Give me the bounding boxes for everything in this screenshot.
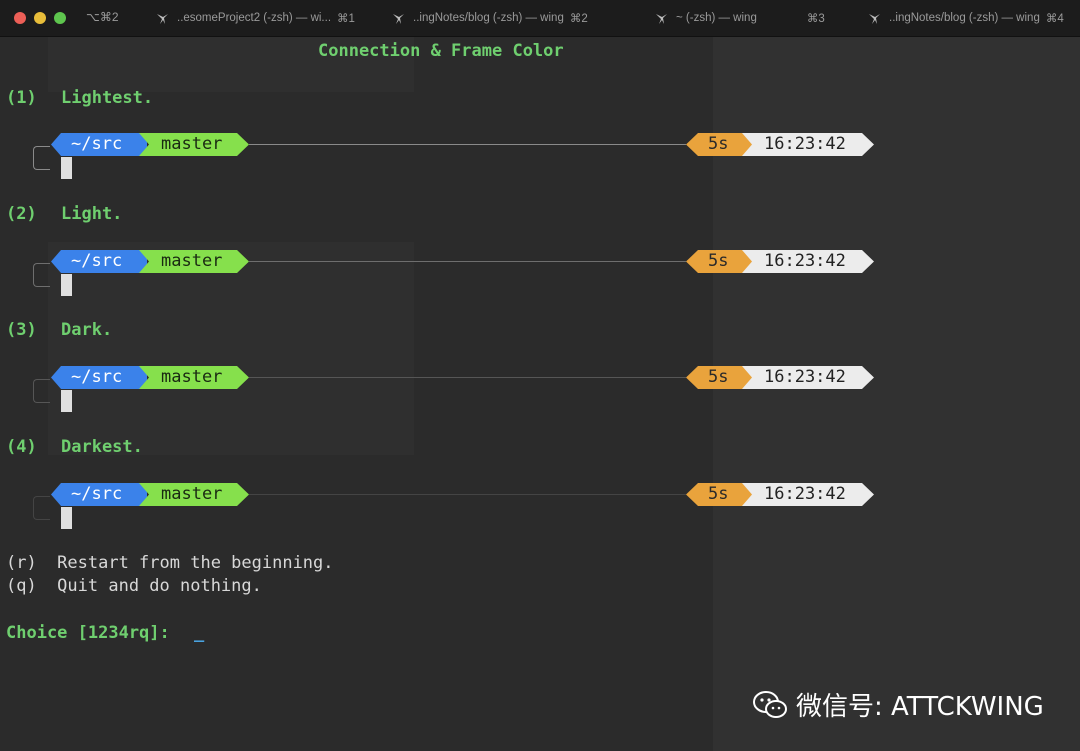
option-4-key: (4): [6, 437, 37, 457]
option-1-label: Lightest.: [61, 88, 154, 108]
dir-segment: ~/src: [51, 483, 147, 506]
cursor-block: [61, 507, 72, 529]
connection-line: [249, 494, 686, 495]
tab-4[interactable]: ..ingNotes/blog (-zsh) — wing ⌘4: [868, 0, 1064, 36]
prompt-preview-2: ~/src master 5s 16:23:42: [0, 250, 1080, 310]
time-segment: 16:23:42: [742, 483, 874, 506]
connection-line: [249, 261, 686, 262]
zoom-window-button[interactable]: [54, 12, 66, 24]
choice-prompt: Choice [1234rq]:: [6, 623, 180, 643]
tab-label: ~ (-zsh) — wing: [676, 12, 757, 24]
tab-shortcut: ⌘4: [1045, 13, 1064, 25]
branch-segment: master: [139, 250, 249, 273]
dir-segment: ~/src: [51, 366, 147, 389]
cursor-block: [61, 390, 72, 412]
duration-segment: 5s: [686, 250, 752, 273]
close-window-button[interactable]: [14, 12, 26, 24]
cursor-block: [61, 274, 72, 296]
quit-option: (q) Quit and do nothing.: [6, 576, 262, 596]
prompt-frame: [33, 263, 50, 287]
wing-icon: [393, 13, 404, 24]
dir-segment: ~/src: [51, 250, 147, 273]
window-shortcut: ⌥⌘2: [86, 10, 119, 24]
duration-segment: 5s: [686, 366, 752, 389]
title-bar: ⌥⌘2 ..esomeProject2 (-zsh) — wi... ⌘1 ..…: [0, 0, 1080, 37]
wing-icon: [869, 13, 880, 24]
terminal-area[interactable]: Connection & Frame Color (1) Lightest. ~…: [0, 37, 1080, 751]
wizard-heading: Connection & Frame Color: [318, 41, 564, 61]
prompt-frame: [33, 496, 50, 520]
option-3-key: (3): [6, 320, 37, 340]
connection-line: [249, 144, 686, 145]
prompt-preview-4: ~/src master 5s 16:23:42: [0, 483, 1080, 543]
connection-line: [249, 377, 686, 378]
tab-label: ..esomeProject2 (-zsh) — wi...: [177, 12, 332, 24]
tab-3[interactable]: ~ (-zsh) — wing ⌘3: [655, 0, 825, 36]
branch-segment: master: [139, 366, 249, 389]
wing-icon: [656, 13, 667, 24]
wechat-watermark: 微信号: ATTCKWING: [752, 686, 1044, 723]
choice-input-cursor[interactable]: _: [194, 623, 204, 643]
duration-segment: 5s: [686, 483, 752, 506]
tab-label: ..ingNotes/blog (-zsh) — wing: [889, 12, 1040, 24]
option-3-label: Dark.: [61, 320, 113, 340]
wechat-icon: [753, 690, 787, 718]
time-segment: 16:23:42: [742, 133, 874, 156]
tab-shortcut: ⌘1: [337, 13, 355, 25]
option-1-key: (1): [6, 88, 37, 108]
tab-label: ..ingNotes/blog (-zsh) — wing: [413, 12, 564, 24]
minimize-window-button[interactable]: [34, 12, 46, 24]
option-2-key: (2): [6, 204, 37, 224]
prompt-preview-3: ~/src master 5s 16:23:42: [0, 366, 1080, 426]
branch-segment: master: [139, 133, 249, 156]
duration-segment: 5s: [686, 133, 752, 156]
cursor-block: [61, 157, 72, 179]
tab-shortcut: ⌘3: [806, 13, 825, 25]
option-2-label: Light.: [61, 204, 123, 224]
restart-option: (r) Restart from the beginning.: [6, 553, 334, 573]
branch-segment: master: [139, 483, 249, 506]
prompt-frame: [33, 379, 50, 403]
tab-1[interactable]: ..esomeProject2 (-zsh) — wi... ⌘1: [156, 0, 355, 36]
option-4-label: Darkest.: [61, 437, 143, 457]
wing-icon: [157, 13, 168, 24]
dir-segment: ~/src: [51, 133, 147, 156]
tab-2[interactable]: ..ingNotes/blog (-zsh) — wing ⌘2: [392, 0, 588, 36]
tab-shortcut: ⌘2: [569, 13, 588, 25]
prompt-preview-1: ~/src master 5s 16:23:42: [0, 133, 1080, 193]
time-segment: 16:23:42: [742, 250, 874, 273]
time-segment: 16:23:42: [742, 366, 874, 389]
watermark-text: 微信号: ATTCKWING: [796, 692, 1044, 722]
prompt-frame: [33, 146, 50, 170]
